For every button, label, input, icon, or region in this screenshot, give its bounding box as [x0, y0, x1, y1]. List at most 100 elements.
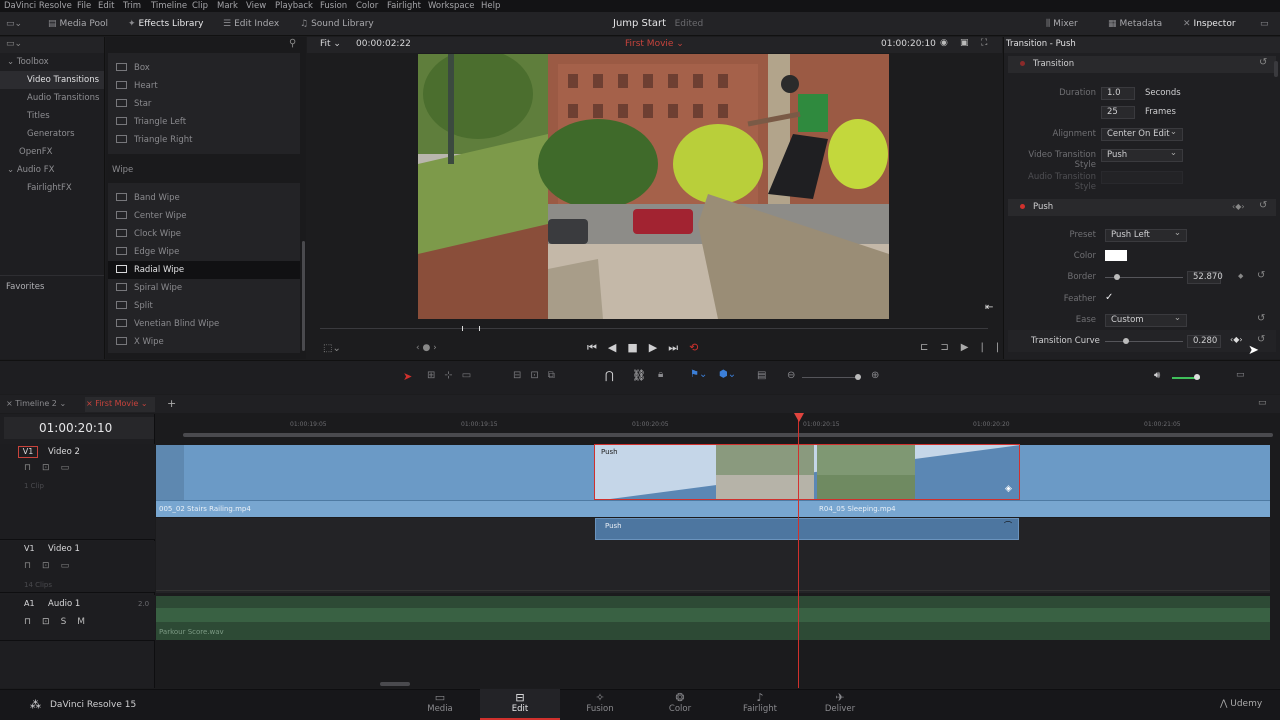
color-swatch[interactable] [1105, 250, 1127, 261]
effects-library-button[interactable]: ✦ Effects Library [128, 12, 203, 36]
page-tab-fairlight[interactable]: ♪ Fairlight [720, 689, 800, 720]
menu-fusion[interactable]: Fusion [320, 0, 347, 12]
effect-item-band-wipe[interactable]: Band Wipe [108, 189, 300, 207]
curve-field[interactable]: 0.280 [1187, 335, 1221, 348]
flag-icon[interactable]: ⚑⌄ [690, 369, 707, 380]
menu-fairlight[interactable]: Fairlight [387, 0, 421, 12]
border-slider-handle[interactable] [1114, 274, 1120, 280]
dual-viewer-icon[interactable]: ▣ [960, 38, 969, 48]
page-tab-media[interactable]: ▭ Media [400, 689, 480, 720]
timeline-scrollbar[interactable] [183, 433, 1273, 437]
stop-icon[interactable]: ■ [627, 341, 648, 354]
zoom-slider-handle[interactable] [855, 374, 861, 380]
reset-icon[interactable]: ↺ [1259, 57, 1267, 68]
keyframe-nav-icon[interactable]: ‹◆› [1230, 335, 1243, 344]
viewer-scrubber[interactable] [320, 328, 988, 329]
effect-item-split[interactable]: Split [108, 297, 300, 315]
zoom-in-icon[interactable]: ⊕ [871, 370, 879, 381]
selection-tool-icon[interactable]: ➤ [403, 370, 412, 383]
toolbox-item-fairlightfx[interactable]: FairlightFX [0, 179, 104, 197]
blade-tool-icon[interactable]: ▭ [462, 370, 480, 381]
menu-help[interactable]: Help [481, 0, 500, 12]
menu-timeline[interactable]: Timeline [151, 0, 187, 12]
alignment-dropdown[interactable]: Center On Edit [1101, 127, 1183, 141]
lock-icon[interactable]: ⊓ [24, 561, 42, 571]
lock-icon[interactable]: ⊓ [24, 463, 42, 473]
fullscreen-icon[interactable]: ⛶ [981, 38, 987, 48]
lock-icon[interactable]: 🔒︎ [658, 369, 663, 380]
menu-edit[interactable]: Edit [98, 0, 114, 12]
toolbox-item-video-transitions[interactable]: Video Transitions [0, 71, 104, 89]
reset-icon[interactable]: ↺ [1259, 200, 1267, 211]
playhead-handle[interactable] [794, 413, 804, 422]
next-edit-icon[interactable]: ▶| [961, 342, 996, 353]
volume-icon[interactable]: 🔊︎ [1154, 370, 1160, 381]
keyframe-icon[interactable]: ◆ [1238, 272, 1243, 280]
marker-icon[interactable]: ⬢⌄ [719, 369, 736, 380]
push-transition-video[interactable]: Push ◈ [594, 444, 1020, 500]
duration-field[interactable]: 1.0 [1101, 87, 1135, 100]
video-transition-style-dropdown[interactable]: Push [1101, 148, 1183, 162]
add-timeline-icon[interactable]: + [167, 397, 176, 410]
menu-playback[interactable]: Playback [275, 0, 313, 12]
track-enable-icon[interactable]: ▭ [61, 561, 81, 571]
zoom-dropdown[interactable]: Fit ⌄ [320, 39, 341, 49]
metadata-button[interactable]: ▦ Metadata [1108, 12, 1162, 36]
menu-clip[interactable]: Clip [192, 0, 208, 12]
curve-icon[interactable]: ⌒ [1004, 520, 1012, 531]
effect-item-radial-wipe[interactable]: Radial Wipe [108, 261, 300, 279]
push-section-header[interactable]: Push ‹◆› ↺ [1008, 199, 1276, 216]
overwrite-clip-icon[interactable]: ⊡ [530, 370, 547, 381]
transition-keyframe-icon[interactable]: ◈ [1005, 484, 1012, 494]
menu-view[interactable]: View [246, 0, 266, 12]
toolbox-item-titles[interactable]: Titles [0, 107, 104, 125]
reset-icon[interactable]: ↺ [1257, 270, 1265, 281]
lock-icon[interactable]: ⊓ [24, 617, 42, 627]
curve-slider-handle[interactable] [1123, 338, 1129, 344]
loop-icon[interactable]: ⟲ [689, 341, 709, 354]
track-enable-icon[interactable]: ▭ [61, 463, 81, 473]
toolbox-item-audio-transitions[interactable]: Audio Transitions [0, 89, 104, 107]
toolbox-item-toolbox[interactable]: ⌄ Toolbox [0, 53, 104, 71]
timeline-zoom-slider[interactable] [802, 377, 858, 378]
inspector-button[interactable]: ✕ Inspector [1183, 12, 1236, 36]
reverse-icon[interactable]: ◀ [608, 341, 627, 354]
page-tab-fusion[interactable]: ✧ Fusion [560, 689, 640, 720]
list-scrollbar[interactable] [302, 241, 305, 351]
toolbox-item-openfx[interactable]: OpenFX [0, 143, 104, 161]
color-wheel-icon[interactable]: ◉ [940, 38, 948, 48]
effect-item-edge-wipe[interactable]: Edge Wipe [108, 243, 300, 261]
go-to-start-icon[interactable]: ⏮ [587, 341, 608, 354]
panel-toggle-icon[interactable]: ▭⌄ [6, 12, 25, 36]
insert-clip-icon[interactable]: ⊟ [513, 370, 530, 381]
effect-item-triangle-right[interactable]: Triangle Right [108, 131, 300, 149]
effect-item-venetian-blind-wipe[interactable]: Venetian Blind Wipe [108, 315, 300, 333]
effect-item-x-wipe[interactable]: X Wipe [108, 333, 300, 351]
menu-workspace[interactable]: Workspace [428, 0, 474, 12]
border-field[interactable]: 52.870 [1187, 271, 1223, 284]
mute-button[interactable]: M [77, 617, 96, 627]
ease-dropdown[interactable]: Custom [1105, 313, 1187, 327]
snapping-icon[interactable]: ⋂ [605, 369, 614, 382]
horizontal-scrollbar[interactable] [380, 682, 410, 686]
auto-select-icon[interactable]: ⊡ [42, 463, 61, 473]
timeline-name[interactable]: First Movie ⌄ [625, 39, 684, 49]
solo-button[interactable]: S [61, 617, 78, 627]
effect-item-triangle-left[interactable]: Triangle Left [108, 113, 300, 131]
menu-trim[interactable]: Trim [123, 0, 141, 12]
menu-color[interactable]: Color [356, 0, 378, 12]
preset-dropdown[interactable]: Push Left [1105, 228, 1187, 242]
curve-slider[interactable] [1105, 341, 1183, 342]
dynamic-trim-icon[interactable]: ⊹ [444, 370, 461, 381]
effect-item-spiral-wipe[interactable]: Spiral Wipe [108, 279, 300, 297]
keyframe-nav-icon[interactable]: ‹◆› [1232, 202, 1245, 211]
playhead[interactable] [798, 420, 799, 688]
edit-index-button[interactable]: ☰ Edit Index [223, 12, 279, 36]
mixer-button[interactable]: ⫼ Mixer [1046, 12, 1078, 36]
last-frame-icon[interactable]: ⇤ [985, 302, 993, 313]
zoom-out-icon[interactable]: ⊖ [787, 370, 795, 381]
page-tab-color[interactable]: ❂ Color [640, 689, 720, 720]
timeline-options-icon[interactable]: ▭ [1258, 398, 1267, 408]
replace-clip-icon[interactable]: ⧉ [548, 370, 564, 381]
transition-section-header[interactable]: Transition ↺ [1008, 56, 1276, 73]
